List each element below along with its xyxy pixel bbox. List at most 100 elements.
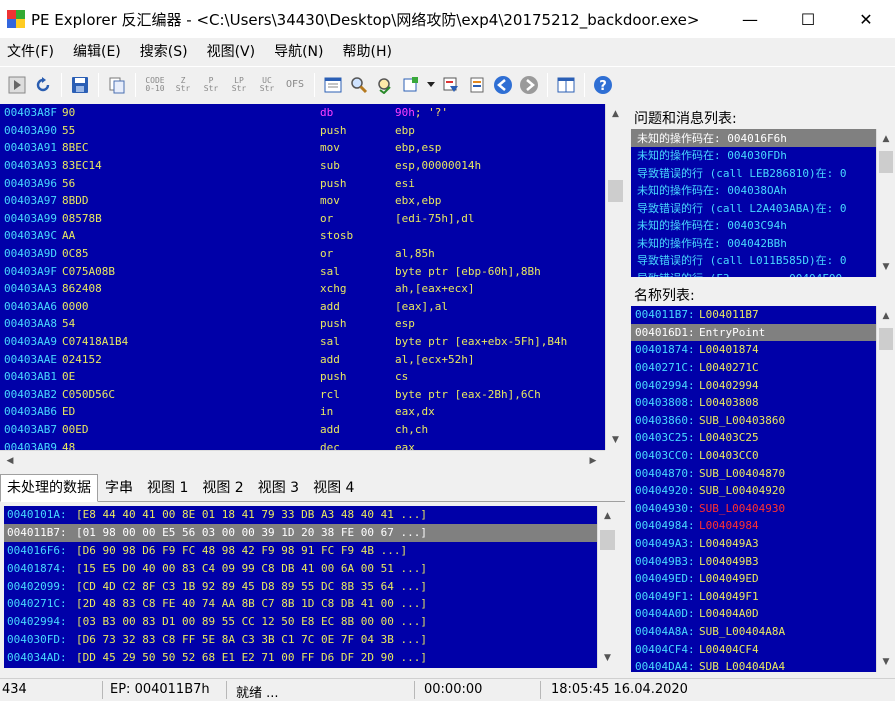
disasm-row[interactable]: 00403A97 8BDD mov ebx,ebp bbox=[0, 192, 605, 210]
disasm-row[interactable]: 00403A8F 90 db 90h; '?' bbox=[0, 104, 605, 122]
ofs-icon[interactable]: OFS bbox=[283, 79, 307, 89]
name-list-item[interactable]: 00404870: SUB_L00404870 bbox=[631, 464, 876, 482]
name-list-item[interactable]: 004011B7: L004011B7 bbox=[631, 306, 876, 324]
raw-data-row[interactable]: 004011B7: [01 98 00 00 E5 56 03 00 00 39 … bbox=[4, 523, 597, 542]
issue-item[interactable]: 未知的操作码在: 004016F6h bbox=[631, 129, 876, 147]
name-list-item[interactable]: 004049A3: L004049A3 bbox=[631, 535, 876, 553]
scroll-up-icon[interactable]: ▲ bbox=[877, 308, 895, 324]
goto-address-icon[interactable] bbox=[440, 74, 462, 96]
menu-navigate[interactable]: 导航(N) bbox=[267, 41, 331, 61]
scroll-up-icon[interactable]: ▲ bbox=[598, 508, 617, 524]
names-vscrollbar[interactable]: ▲ ▼ bbox=[876, 306, 895, 672]
name-list-item[interactable]: 004049ED: L004049ED bbox=[631, 570, 876, 588]
menu-edit[interactable]: 编辑(E) bbox=[66, 41, 129, 61]
disassembly-view[interactable]: 00403A8F 90 db 90h; '?' 00403A90 55 push ebp 004… bbox=[0, 104, 605, 450]
issue-item[interactable]: 未知的操作码在: 004038OAh bbox=[631, 182, 876, 200]
disasm-row[interactable]: 00403A99 08578B or [edi-75h],dl bbox=[0, 210, 605, 228]
issue-item[interactable]: 导致错误的行 (call L2A403ABA)在: 0 bbox=[631, 199, 876, 217]
disasm-row[interactable]: 00403AB7 00ED add ch,ch bbox=[0, 421, 605, 439]
issue-item[interactable]: 导致错误的行 (call L011B585D)在: 0 bbox=[631, 252, 876, 270]
lpstr-icon[interactable]: LP Str bbox=[227, 76, 251, 93]
raw-data-row[interactable]: 0040271C: [2D 48 83 C8 FE 40 74 AA 8B C7 … bbox=[4, 595, 597, 613]
disasm-row[interactable]: 00403AB6 ED in eax,dx bbox=[0, 403, 605, 421]
raw-data-row[interactable]: 004034AD: [DD 45 29 50 50 52 68 E1 E2 71 … bbox=[4, 648, 597, 666]
issue-item[interactable]: 未知的操作码在: 00403C94h bbox=[631, 217, 876, 235]
disasm-row[interactable]: 00403A91 8BEC mov ebp,esp bbox=[0, 139, 605, 157]
scroll-right-icon[interactable]: ▶ bbox=[585, 453, 601, 469]
bookmark-icon[interactable] bbox=[400, 74, 422, 96]
raw-data-row[interactable]: 004016F6: [D6 90 98 D6 F9 FC 48 98 42 F9 … bbox=[4, 542, 597, 560]
menu-view[interactable]: 视图(V) bbox=[200, 41, 264, 61]
back-icon[interactable] bbox=[492, 74, 514, 96]
name-list-item[interactable]: 00404984: L00404984 bbox=[631, 517, 876, 535]
scroll-thumb[interactable] bbox=[608, 180, 623, 202]
disasm-row[interactable]: 00403A9C AA stosb bbox=[0, 227, 605, 245]
disasm-row[interactable]: 00403A9F C075A08B sal byte ptr [ebp-60h],8B… bbox=[0, 262, 605, 280]
code-icon[interactable]: CODE 0-10 bbox=[143, 76, 167, 93]
save-icon[interactable] bbox=[69, 74, 91, 96]
minimize-button[interactable]: — bbox=[721, 0, 779, 38]
name-list-item[interactable]: 00404920: SUB_L00404920 bbox=[631, 482, 876, 500]
raw-data-vscrollbar[interactable]: ▲ ▼ bbox=[597, 506, 617, 668]
name-list-item[interactable]: 00403808: L00403808 bbox=[631, 394, 876, 412]
issue-item[interactable]: 未知的操作码在: 004030FDh bbox=[631, 147, 876, 165]
scroll-left-icon[interactable]: ◀ bbox=[2, 453, 18, 469]
raw-data-row[interactable]: 00402099: [CD 4D C2 8F C3 1B 92 89 45 D8 … bbox=[4, 577, 597, 595]
name-list-item[interactable]: 00401874: L00401874 bbox=[631, 341, 876, 359]
raw-data-row[interactable]: 00401874: [15 E5 D0 40 00 83 C4 09 99 C8 … bbox=[4, 559, 597, 577]
tab-view-2[interactable]: 视图 2 bbox=[195, 474, 250, 501]
refresh-icon[interactable] bbox=[32, 74, 54, 96]
disasm-row[interactable]: 00403AA8 54 push esp bbox=[0, 315, 605, 333]
list-view-icon[interactable] bbox=[322, 74, 344, 96]
forward-icon[interactable] bbox=[518, 74, 540, 96]
name-list-item[interactable]: 00404A8A: SUB_L00404A8A bbox=[631, 623, 876, 641]
issue-item[interactable]: 未知的操作码在: 004042BBh bbox=[631, 234, 876, 252]
name-list-item[interactable]: 00404930: SUB_L00404930 bbox=[631, 500, 876, 518]
name-list-item[interactable]: 0040271C: L0040271C bbox=[631, 359, 876, 377]
menu-search[interactable]: 搜索(S) bbox=[133, 41, 196, 61]
tab-strings[interactable]: 字串 bbox=[98, 474, 140, 501]
name-list-item[interactable]: 00403860: SUB_L00403860 bbox=[631, 412, 876, 430]
names-list[interactable]: 004011B7: L004011B7 004016D1: EntryPoint 004… bbox=[631, 306, 876, 672]
tab-raw-data[interactable]: 未处理的数据 bbox=[0, 474, 98, 502]
find-icon[interactable] bbox=[348, 74, 370, 96]
raw-data-row[interactable]: 00402994: [03 B3 00 83 D1 00 89 55 CC 12 … bbox=[4, 613, 597, 631]
disasm-row[interactable]: 00403A9D 0C85 or al,85h bbox=[0, 245, 605, 263]
pstr-icon[interactable]: P Str bbox=[199, 76, 223, 93]
name-list-item[interactable]: 00404DA4: SUB_L00404DA4 bbox=[631, 658, 876, 672]
scroll-down-icon[interactable]: ▼ bbox=[606, 432, 625, 448]
menu-file[interactable]: 文件(F) bbox=[0, 41, 62, 61]
ucstr-icon[interactable]: UC Str bbox=[255, 76, 279, 93]
name-list-item[interactable]: 00404A0D: L00404A0D bbox=[631, 605, 876, 623]
disasm-row[interactable]: 00403AB1 0E push cs bbox=[0, 368, 605, 386]
disasm-row[interactable]: 00403A90 55 push ebp bbox=[0, 122, 605, 140]
menu-help[interactable]: 帮助(H) bbox=[336, 41, 400, 61]
scroll-down-icon[interactable]: ▼ bbox=[877, 654, 895, 670]
scroll-up-icon[interactable]: ▲ bbox=[877, 131, 895, 147]
name-list-item[interactable]: 00403CC0: L00403CC0 bbox=[631, 447, 876, 465]
raw-data-row[interactable]: 0040101A: [E8 44 40 41 00 8E 01 18 41 79 … bbox=[4, 506, 597, 524]
disasm-row[interactable]: 00403AA3 862408 xchg ah,[eax+ecx] bbox=[0, 280, 605, 298]
disasm-row[interactable]: 00403AB2 C050D56C rcl byte ptr [eax-2Bh],6C… bbox=[0, 386, 605, 404]
raw-data-row[interactable]: 004030FD: [D6 73 32 83 C8 FF 5E 8A C3 3B … bbox=[4, 631, 597, 649]
scroll-down-icon[interactable]: ▼ bbox=[877, 259, 895, 275]
issue-item[interactable]: 导致错误的行 (F3 ... ... 00404F00 bbox=[631, 269, 876, 277]
scroll-thumb[interactable] bbox=[879, 328, 893, 350]
export-icon[interactable] bbox=[466, 74, 488, 96]
dropdown-arrow-icon[interactable] bbox=[426, 74, 436, 96]
tab-view-4[interactable]: 视图 4 bbox=[306, 474, 361, 501]
name-list-item[interactable]: 004049F1: L004049F1 bbox=[631, 588, 876, 606]
issue-item[interactable]: 导致错误的行 (call LEB286810)在: 0 bbox=[631, 164, 876, 182]
split-view-icon[interactable] bbox=[555, 74, 577, 96]
name-list-item[interactable]: 004016D1: EntryPoint bbox=[631, 323, 876, 342]
name-list-item[interactable]: 00402994: L00402994 bbox=[631, 376, 876, 394]
run-icon[interactable] bbox=[6, 74, 28, 96]
tab-view-3[interactable]: 视图 3 bbox=[251, 474, 306, 501]
find-next-icon[interactable] bbox=[374, 74, 396, 96]
maximize-button[interactable]: ☐ bbox=[779, 0, 837, 38]
raw-data-list[interactable]: 0040101A: [E8 44 40 41 00 8E 01 18 41 79 … bbox=[4, 506, 597, 668]
disassembly-vscrollbar[interactable]: ▲ ▼ bbox=[605, 104, 625, 450]
scroll-thumb[interactable] bbox=[879, 151, 893, 173]
name-list-item[interactable]: 00403C25: L00403C25 bbox=[631, 429, 876, 447]
zstr-icon[interactable]: Z Str bbox=[171, 76, 195, 93]
